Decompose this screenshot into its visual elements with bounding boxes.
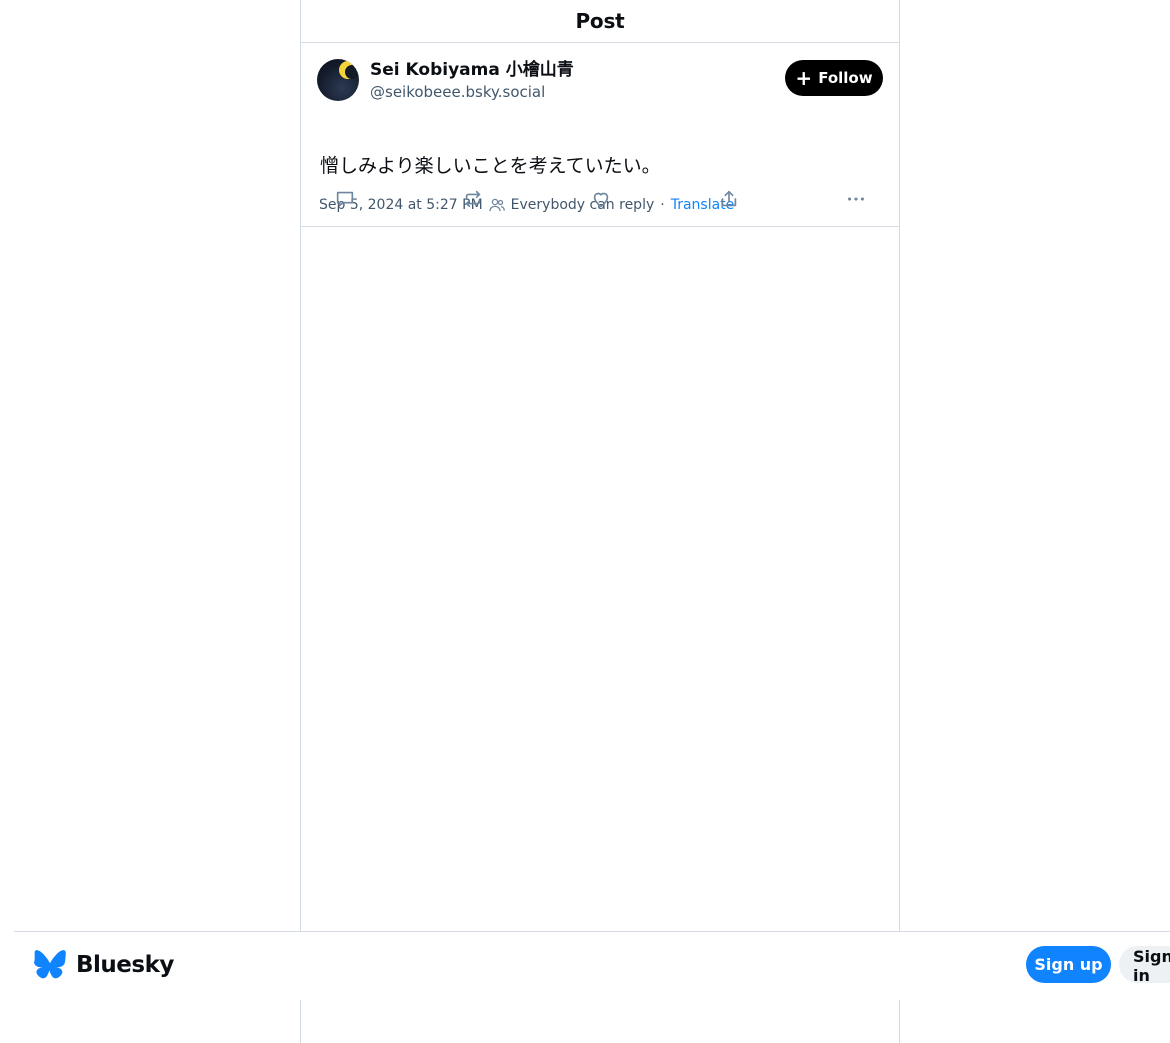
author-info: Sei Kobiyama 小檜山青 @seikobeee.bsky.social [370,59,574,103]
brand[interactable]: Bluesky [34,950,174,980]
more-icon [848,197,864,201]
butterfly-logo-icon [34,950,66,979]
reply-button[interactable] [331,185,359,213]
post-text: 憎しみより楽しいことを考えていたい。 [320,155,661,177]
reply-icon [336,191,354,207]
page-header: Post [301,0,899,43]
share-button[interactable] [715,185,743,213]
bottom-signup-bar: Bluesky Sign up Sign in [14,931,1170,1000]
heart-icon [593,192,609,208]
follow-button[interactable]: + Follow [785,60,883,96]
page-title: Post [575,9,625,33]
repost-button[interactable] [459,185,487,213]
author-handle[interactable]: @seikobeee.bsky.social [370,81,574,103]
post-actions [301,185,899,213]
sign-up-button[interactable]: Sign up [1026,946,1111,983]
brand-name: Bluesky [76,952,174,978]
avatar[interactable] [317,59,359,101]
share-icon [721,190,737,207]
plus-icon: + [795,66,813,90]
more-options-button[interactable] [842,185,870,213]
repost-icon [465,190,481,208]
main-column: Post Sei Kobiyama 小檜山青 @seikobeee.bsky.s… [300,0,900,1043]
author-display-name[interactable]: Sei Kobiyama 小檜山青 [370,59,574,81]
avatar-shadow [345,65,359,79]
post-thread-item: Sei Kobiyama 小檜山青 @seikobeee.bsky.social… [301,43,899,227]
sign-in-button[interactable]: Sign in [1119,946,1170,985]
like-button[interactable] [587,185,615,213]
follow-label: Follow [818,69,873,87]
